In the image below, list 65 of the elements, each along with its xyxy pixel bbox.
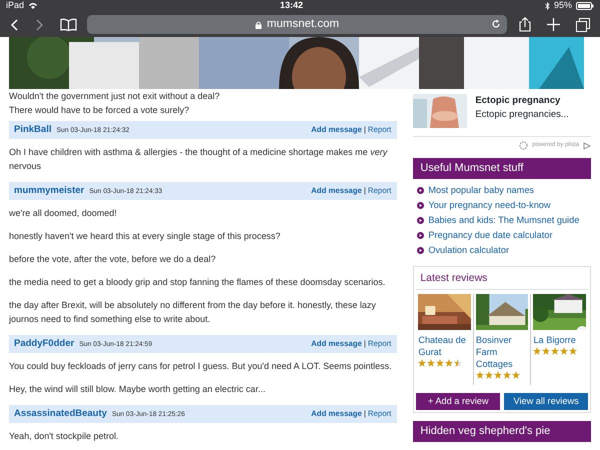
- author-link[interactable]: mummymeister: [14, 184, 84, 198]
- post-text: Oh I have children with asthma & allergies - the thought of a medicine shortage makes me very nervous: [9, 146, 388, 173]
- address-bar[interactable]: mumsnet.com: [87, 15, 507, 34]
- section-heading: Hidden veg shepherd's pie: [413, 421, 591, 442]
- star-icon: [569, 347, 578, 356]
- author-link[interactable]: PaddyF0dder: [14, 336, 74, 350]
- star-icon: [542, 347, 550, 356]
- star-icon: [560, 347, 568, 356]
- star-icon: [494, 371, 502, 380]
- review-button[interactable]: + Add a review: [416, 392, 500, 410]
- star-icon: [502, 371, 511, 380]
- star-icon: [418, 359, 426, 368]
- battery-icon: [576, 2, 594, 10]
- post-text: Yeah, don't stockpile petrol.: [9, 430, 120, 443]
- review-link[interactable]: Bosinver Farm Cottages: [476, 334, 528, 370]
- star-icon: [427, 359, 436, 368]
- battery-percent: 95%: [554, 0, 572, 12]
- review-link[interactable]: Chateau de Gurat: [418, 334, 471, 358]
- wifi-icon: [28, 2, 38, 10]
- sidebar-link[interactable]: Pregnancy due date calculator: [428, 228, 552, 242]
- post-text: You could buy feckloads of jerry cans for petrol I guess. But you'd need A LOT. Seems pointless.: [9, 360, 393, 373]
- lock-icon: [254, 20, 262, 28]
- arrow-bullet-icon: [417, 232, 424, 238]
- post-text: we're all doomed, doomed!: [9, 207, 118, 220]
- reload-icon[interactable]: [491, 19, 501, 29]
- review-button[interactable]: View all reviews: [504, 392, 588, 410]
- star-icon: [512, 371, 520, 380]
- back-icon[interactable]: [10, 18, 19, 30]
- star-icon: [476, 371, 484, 380]
- new-tab-icon[interactable]: [547, 18, 560, 31]
- bluetooth-icon: [544, 2, 550, 10]
- arrow-bullet-icon: [417, 186, 424, 194]
- half-star-icon: [454, 359, 462, 368]
- arrow-bullet-icon: [417, 202, 424, 208]
- tabs-icon[interactable]: [576, 18, 590, 32]
- star-icon: [445, 359, 454, 368]
- sidebar-link[interactable]: Ovulation calculator: [428, 242, 509, 258]
- clock: 13:42: [280, 0, 304, 12]
- arrow-bullet-icon: [417, 216, 424, 224]
- post-text: There would have to be forced a vote surely?: [9, 104, 190, 117]
- bookmarks-icon[interactable]: [60, 18, 77, 31]
- author-link[interactable]: AssassinatedBeauty: [14, 406, 107, 420]
- star-icon: [436, 359, 444, 368]
- post-text: the media need to get a bloody grip and stop fanning the flames of these doomsday scenarios.: [9, 276, 386, 289]
- share-icon[interactable]: [519, 17, 531, 32]
- play-icon[interactable]: [583, 142, 591, 150]
- post-text: before the vote, after the vote, before we do a deal?: [9, 253, 217, 266]
- sidebar-link[interactable]: Your pregnancy need-to-know: [428, 198, 551, 212]
- device-name: iPad: [6, 0, 24, 12]
- article-snippet: Ectopic pregnancies...: [475, 108, 569, 122]
- author-link[interactable]: PinkBall: [14, 122, 52, 136]
- sidebar-link[interactable]: Babies and kids: The Mumsnet guide: [428, 212, 580, 228]
- post-text: Hey, the wind will still blow. Maybe worth getting an electric car...: [9, 383, 266, 396]
- star-icon: [484, 371, 493, 380]
- post-text: Wouldn't the government just not exit without a deal?: [9, 90, 221, 103]
- section-heading: Useful Mumsnet stuff: [413, 158, 591, 178]
- card-title: Latest reviews: [419, 270, 488, 286]
- review-link[interactable]: La Bigorre: [533, 334, 586, 346]
- star-icon: [533, 347, 542, 356]
- sidebar-link[interactable]: Most popular baby names: [428, 182, 534, 198]
- post-text: honestly haven't we heard this at every single stage of this process?: [9, 230, 282, 243]
- article-title[interactable]: Ectopic pregnancy: [475, 94, 569, 108]
- star-icon: [551, 347, 560, 356]
- post-text: the day after Brexit, will be absolutely no different from the day before it. honestly, these lazy journos need to find something else to write about.: [9, 299, 377, 326]
- arrow-bullet-icon: [417, 246, 424, 254]
